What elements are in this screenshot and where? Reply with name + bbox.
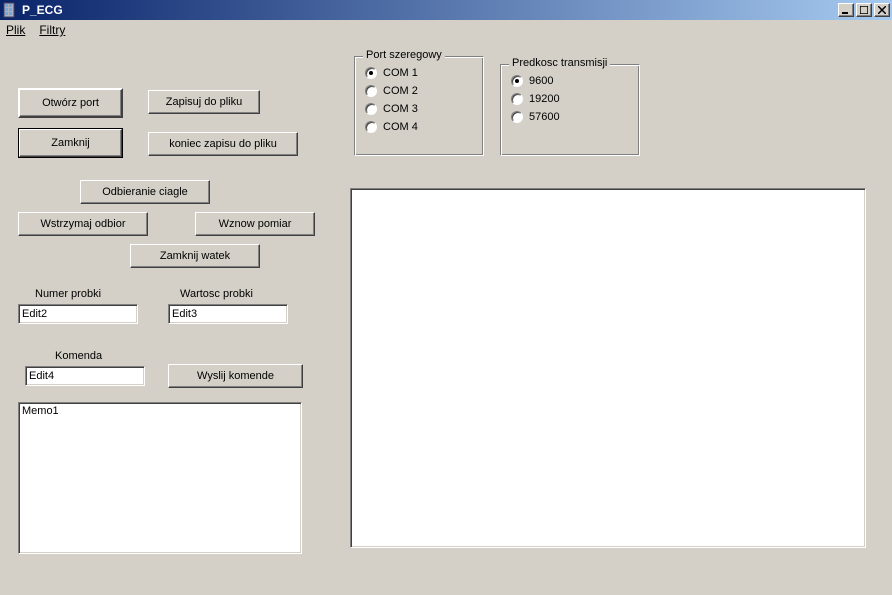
command-label: Komenda [55,350,102,362]
pause-receive-button[interactable]: Wstrzymaj odbior [18,212,148,236]
radio-label: 19200 [529,93,560,105]
radio-icon [365,121,377,133]
window-title: P_ECG [22,3,838,17]
close-window-button[interactable] [874,3,890,17]
radio-label: COM 2 [383,85,418,97]
baud-group: Predkosc transmisji 9600 19200 57600 [500,64,640,156]
radio-19200[interactable]: 19200 [511,93,629,105]
continuous-receive-button[interactable]: Odbieranie ciagle [80,180,210,204]
radio-com2[interactable]: COM 2 [365,85,473,97]
app-icon [2,2,18,18]
menu-plik[interactable]: Plik [6,23,25,37]
baud-legend: Predkosc transmisji [509,57,610,69]
radio-label: 57600 [529,111,560,123]
serial-port-group: Port szeregowy COM 1 COM 2 COM 3 COM 4 [354,56,484,156]
menu-bar: Plik Filtry [0,20,892,40]
radio-com1[interactable]: COM 1 [365,67,473,79]
radio-57600[interactable]: 57600 [511,111,629,123]
radio-label: 9600 [529,75,553,87]
title-bar: P_ECG [0,0,892,20]
resume-measure-button[interactable]: Wznow pomiar [195,212,315,236]
command-input[interactable] [25,366,145,386]
client-area: Otwórz port Zamknij Zapisuj do pliku kon… [0,40,892,595]
sample-number-input[interactable] [18,304,138,324]
radio-com4[interactable]: COM 4 [365,121,473,133]
memo-box[interactable] [18,402,302,554]
radio-label: COM 3 [383,103,418,115]
radio-label: COM 1 [383,67,418,79]
end-save-button[interactable]: koniec zapisu do pliku [148,132,298,156]
open-port-button[interactable]: Otwórz port [18,88,123,118]
menu-filtry[interactable]: Filtry [39,23,65,37]
radio-icon [365,103,377,115]
close-thread-button[interactable]: Zamknij watek [130,244,260,268]
sample-value-input[interactable] [168,304,288,324]
chart-panel [350,188,866,548]
radio-icon [365,85,377,97]
close-button[interactable]: Zamknij [18,128,123,158]
save-to-file-button[interactable]: Zapisuj do pliku [148,90,260,114]
radio-icon [511,111,523,123]
radio-9600[interactable]: 9600 [511,75,629,87]
minimize-button[interactable] [838,3,854,17]
sample-number-label: Numer probki [35,288,101,300]
sample-value-label: Wartosc probki [180,288,253,300]
radio-icon [511,75,523,87]
radio-com3[interactable]: COM 3 [365,103,473,115]
serial-port-legend: Port szeregowy [363,49,445,61]
radio-label: COM 4 [383,121,418,133]
maximize-button[interactable] [856,3,872,17]
radio-icon [365,67,377,79]
radio-icon [511,93,523,105]
send-command-button[interactable]: Wyslij komende [168,364,303,388]
